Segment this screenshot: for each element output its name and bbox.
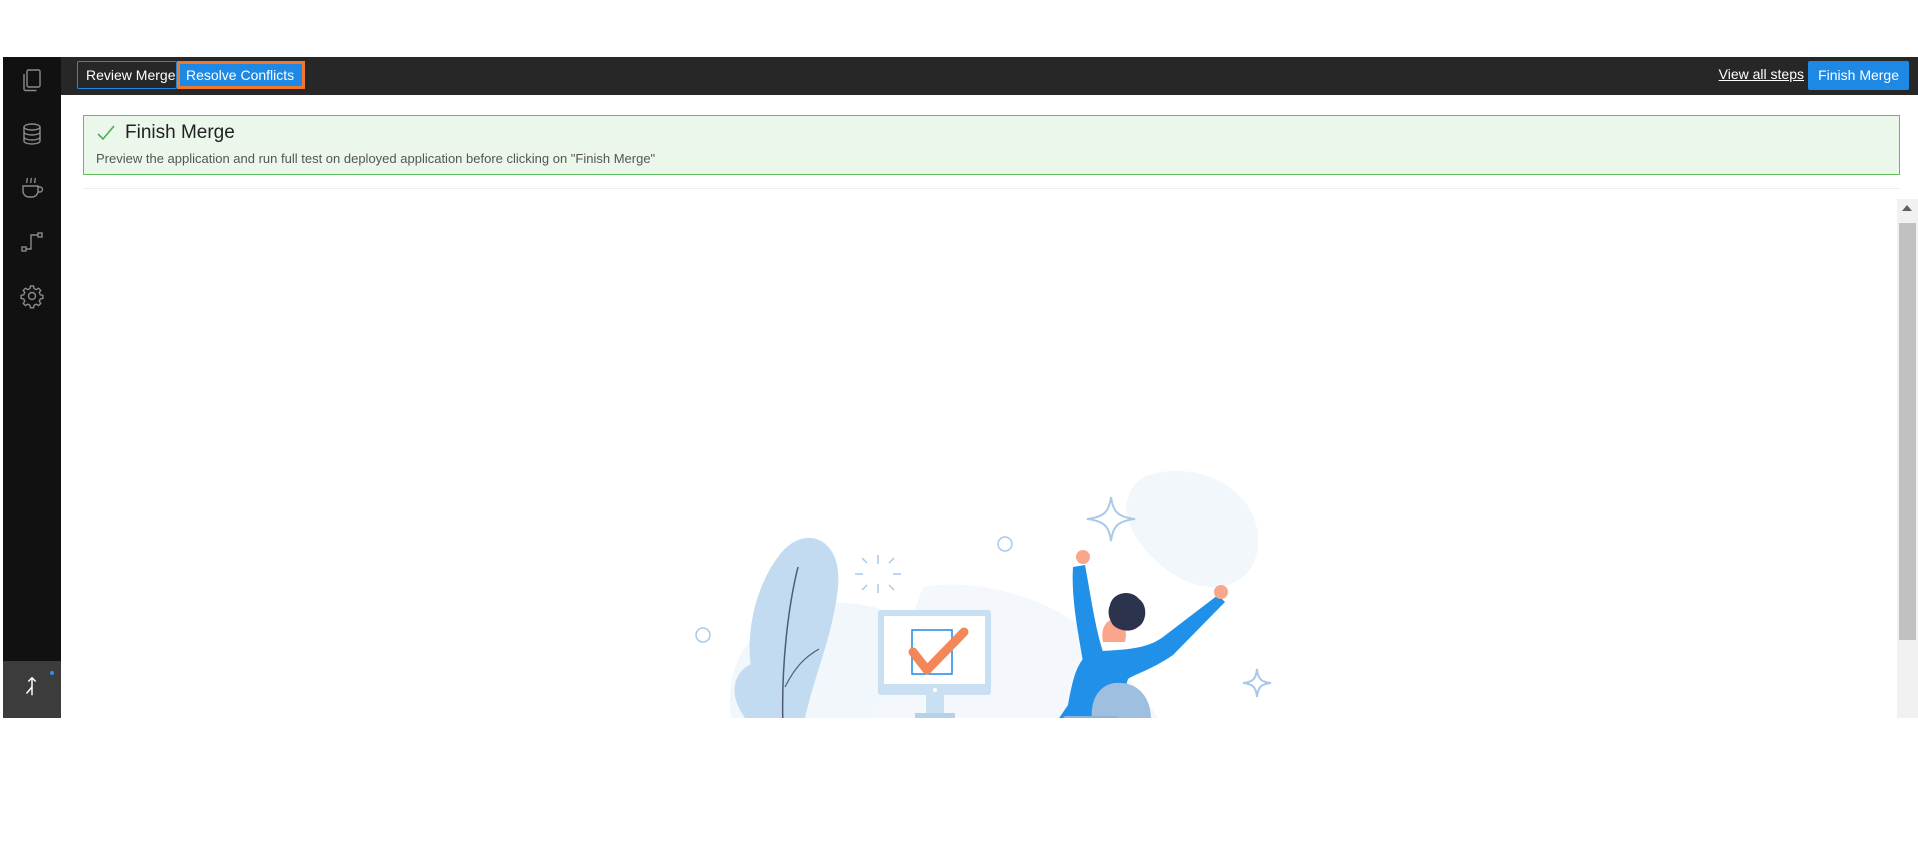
view-all-steps-link[interactable]: View all steps	[1719, 66, 1804, 82]
coffee-cup-icon[interactable]	[17, 173, 47, 203]
database-icon[interactable]	[17, 119, 47, 149]
finish-merge-banner: Finish Merge Preview the application and…	[83, 115, 1900, 175]
banner-title: Finish Merge	[125, 122, 235, 143]
sidebar	[3, 57, 61, 718]
scroll-up-arrow[interactable]	[1902, 205, 1912, 211]
checkmark-icon	[97, 125, 115, 141]
merge-app: Review Merge Resolve Conflicts View all …	[3, 57, 1918, 718]
success-illustration	[695, 470, 1272, 718]
merge-steps-toolbar: Review Merge Resolve Conflicts View all …	[61, 57, 1918, 95]
resolve-conflicts-button[interactable]: Resolve Conflicts	[177, 61, 305, 89]
notification-dot	[50, 671, 54, 675]
scroll-thumb[interactable]	[1899, 223, 1916, 640]
vertical-scrollbar[interactable]	[1897, 199, 1918, 718]
route-icon[interactable]	[17, 227, 47, 257]
merge-tab[interactable]	[3, 661, 61, 718]
files-icon[interactable]	[17, 65, 47, 95]
banner-description: Preview the application and run full tes…	[96, 151, 656, 166]
finish-merge-button[interactable]: Finish Merge	[1808, 61, 1909, 90]
review-merge-button[interactable]: Review Merge	[77, 61, 177, 89]
gear-icon[interactable]	[17, 281, 47, 311]
merge-icon	[20, 675, 44, 704]
divider	[83, 188, 1900, 189]
